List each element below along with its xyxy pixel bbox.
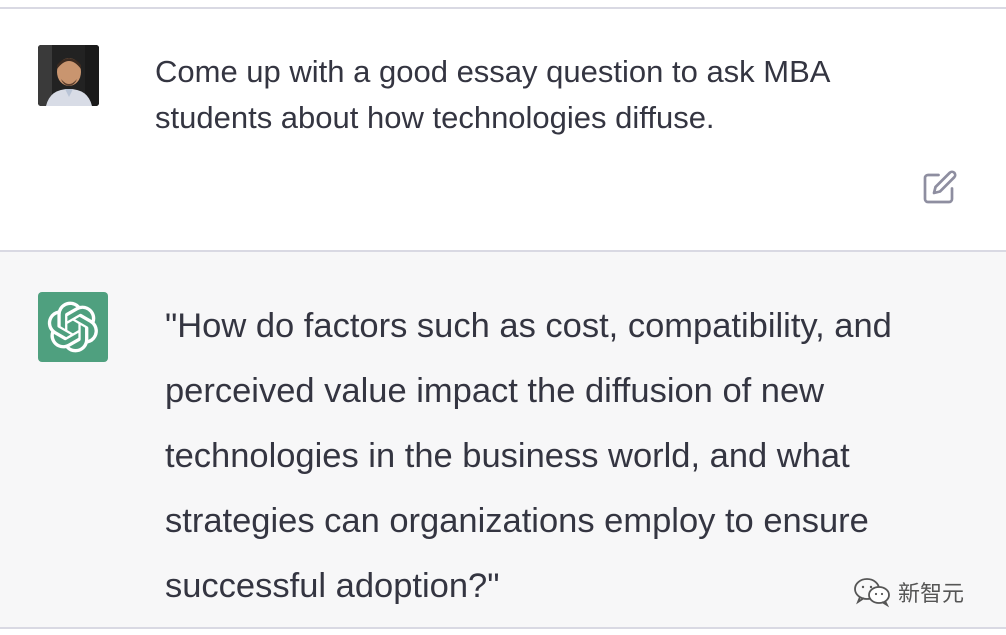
edit-message-button[interactable] xyxy=(918,167,962,207)
assistant-avatar xyxy=(38,292,108,362)
chat-page: Come up with a good essay question to as… xyxy=(0,0,1006,635)
watermark: 新智元 xyxy=(852,575,964,609)
chatgpt-logo-icon xyxy=(47,301,98,353)
bottom-strip xyxy=(0,629,1006,635)
user-message: Come up with a good essay question to as… xyxy=(0,9,1006,252)
user-avatar xyxy=(38,45,99,106)
user-photo-avatar-icon xyxy=(38,45,99,106)
assistant-message: "How do factors such as cost, compatibil… xyxy=(0,252,1006,629)
assistant-message-text: "How do factors such as cost, compatibil… xyxy=(165,307,892,605)
top-divider xyxy=(0,0,1006,9)
edit-icon xyxy=(923,170,957,204)
wechat-icon xyxy=(854,578,890,608)
user-message-text: Come up with a good essay question to as… xyxy=(155,54,829,135)
watermark-label: 新智元 xyxy=(898,582,965,607)
